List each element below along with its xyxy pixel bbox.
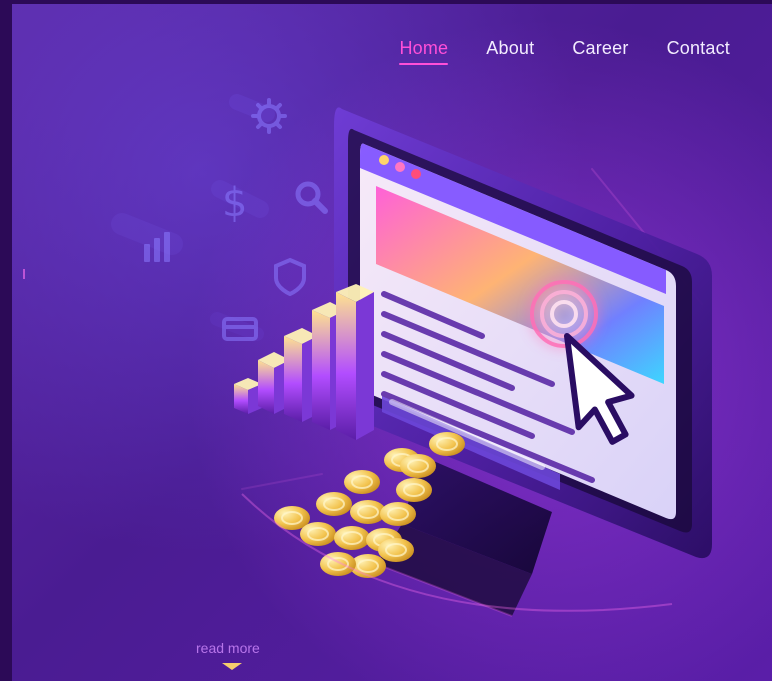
dollar-icon: $ <box>222 180 247 226</box>
coin <box>396 478 432 502</box>
page: Home About Career Contact $ read more <box>0 0 772 681</box>
shield-icon <box>274 257 306 297</box>
floating-icons: $ <box>144 98 328 341</box>
growth-bars <box>234 284 374 440</box>
svg-text:$: $ <box>222 180 247 226</box>
coin <box>334 526 370 550</box>
coin <box>380 502 416 526</box>
hero-illustration: $ <box>23 94 712 617</box>
coin <box>344 470 380 494</box>
search-icon <box>295 181 328 214</box>
coin <box>316 492 352 516</box>
bar-5 <box>336 284 374 440</box>
coin <box>300 522 336 546</box>
bar-1 <box>234 378 262 414</box>
read-more-link[interactable]: read more <box>196 640 260 656</box>
coin <box>400 454 436 478</box>
browser-monitor-icon <box>334 107 712 559</box>
coin <box>378 538 414 562</box>
chevron-down-icon[interactable] <box>222 663 242 670</box>
coin <box>429 432 465 456</box>
